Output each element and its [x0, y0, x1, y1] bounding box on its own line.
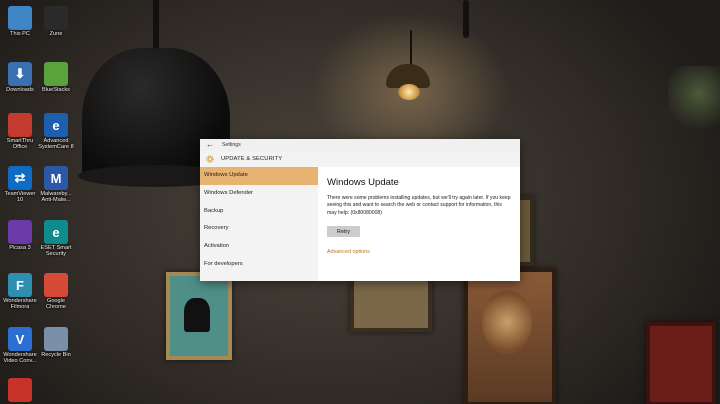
bluestacks-icon	[44, 62, 68, 86]
desktop-icon[interactable]: BlueStacks	[37, 62, 75, 93]
sidebar-item-backup[interactable]: Backup	[200, 203, 318, 221]
desktop-icon-label: Picasa 3	[9, 245, 31, 251]
desktop-icon[interactable]: Picasa 3	[1, 220, 39, 251]
app-shortcut-icon	[8, 378, 32, 402]
sidebar-item-windows-defender[interactable]: Windows Defender	[200, 185, 318, 203]
zune-icon	[44, 6, 68, 30]
window-title: Settings	[222, 142, 241, 148]
desktop-icons: This PC Zune ⬇ Downloads BlueStacks SmartThru…	[0, 0, 80, 404]
downloads-folder-icon: ⬇	[8, 62, 32, 86]
picasa-icon	[8, 220, 32, 244]
advanced-systemcare-icon: e	[44, 113, 68, 137]
gear-icon	[206, 155, 214, 163]
sidebar-item-recovery[interactable]: Recovery	[200, 220, 318, 238]
settings-window: ← Settings UPDATE & SECURITY Windows Upd…	[200, 139, 520, 281]
settings-sidebar: Windows Update Windows Defender Backup Reco…	[200, 167, 318, 281]
desktop-icon[interactable]: F Wondershare Filmora	[1, 273, 39, 311]
panel-title: Windows Update	[327, 177, 399, 188]
desktop-icon[interactable]: SmartThru Office	[1, 113, 39, 151]
section-title: UPDATE & SECURITY	[221, 156, 283, 162]
title-bar: ← Settings	[200, 139, 520, 151]
desktop-icon[interactable]: V Wondershare Video Conv...	[1, 327, 39, 365]
sidebar-item-windows-update[interactable]: Windows Update	[200, 167, 318, 185]
desktop-icon-label: SmartThru Office	[6, 138, 34, 151]
sidebar-item-for-developers[interactable]: For developers	[200, 256, 318, 274]
desktop-icon-label: Wondershare Video Conv...	[3, 352, 37, 365]
bulb-wire	[463, 0, 469, 38]
desktop-icon[interactable]	[1, 378, 39, 403]
hanging-plant	[668, 66, 720, 136]
advanced-options-link[interactable]: Advanced options	[327, 249, 370, 255]
lamp-glow	[398, 84, 420, 100]
desktop-icon-label: Recycle Bin	[41, 352, 71, 358]
desktop-icon-label: Google Chrome	[46, 298, 66, 311]
eset-icon: e	[44, 220, 68, 244]
desktop-icon-label: This PC	[10, 31, 30, 37]
retry-button[interactable]: Retry	[327, 226, 360, 237]
desktop-icon-label: Malwareby... Anti-Malw...	[40, 191, 72, 204]
error-message: There were some problems installing upda…	[327, 195, 511, 216]
desktop-icon[interactable]: ⬇ Downloads	[1, 62, 39, 93]
framed-red-poster	[646, 322, 716, 404]
desktop-icon-label: Zune	[49, 31, 63, 37]
framed-picture	[350, 272, 432, 332]
sidebar-item-activation[interactable]: Activation	[200, 238, 318, 256]
desktop-icon-label: Downloads	[6, 87, 34, 93]
bulb-cord	[410, 30, 412, 66]
malwarebytes-icon: M	[44, 166, 68, 190]
computer-icon	[8, 6, 32, 30]
update-panel: Windows Update There were some problems …	[318, 167, 520, 281]
desktop-icon-label: ESET Smart Security	[40, 245, 72, 258]
back-arrow-icon[interactable]: ←	[205, 140, 215, 150]
desktop-icon-label: TeamViewer 10	[4, 191, 36, 204]
section-header: UPDATE & SECURITY	[200, 151, 520, 167]
teamviewer-icon: ⇄	[8, 166, 32, 190]
framed-art-nouveau-poster	[464, 268, 556, 404]
desktop-icon-label: Advanced SystemCare 8	[38, 138, 74, 151]
desktop-icon-label: BlueStacks	[42, 87, 70, 93]
desktop-icon[interactable]: Zune	[37, 6, 75, 37]
chrome-icon	[44, 273, 68, 297]
recycle-bin-icon	[44, 327, 68, 351]
smartthru-office-icon	[8, 113, 32, 137]
desktop-icon[interactable]: ⇄ TeamViewer 10	[1, 166, 39, 204]
framed-poster-cat	[166, 272, 232, 360]
desktop-icon[interactable]: e Advanced SystemCare 8	[37, 113, 75, 151]
desktop-icon-label: Wondershare Filmora	[3, 298, 37, 311]
desktop-icon[interactable]: e ESET Smart Security	[37, 220, 75, 258]
filmora-icon: F	[8, 273, 32, 297]
video-converter-icon: V	[8, 327, 32, 351]
desktop-icon[interactable]: Google Chrome	[37, 273, 75, 311]
desktop-icon[interactable]: M Malwareby... Anti-Malw...	[37, 166, 75, 204]
desktop-icon[interactable]: Recycle Bin	[37, 327, 75, 358]
desktop-icon[interactable]: This PC	[1, 6, 39, 37]
